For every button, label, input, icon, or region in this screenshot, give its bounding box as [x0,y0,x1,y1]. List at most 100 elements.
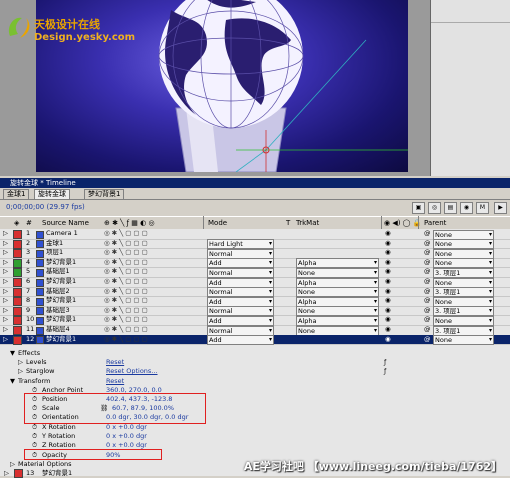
layer-row[interactable]: ▷ 12 梦幻背景1 ◎ ✱ ╲ ▢ ▢ ▢ Add ◉ @ None [0,334,510,346]
trkmat-value: None [298,326,315,335]
layer-switches[interactable]: ◎ ✱ ╲ ▢ ▢ ▢ [104,296,148,305]
layer-name[interactable]: 梦幻背景1 [46,296,76,305]
parent-pickwhip-icon[interactable]: @ [424,258,431,267]
tab-gold-ball-1[interactable]: 金球1 [3,189,30,199]
layer-type-icon [36,230,44,239]
layer-switches[interactable]: ◎ ✱ ╲ ▢ ▢ ▢ [104,277,148,286]
layer-name[interactable]: 基础层2 [46,287,70,296]
expand-triangle-icon[interactable]: ▷ [3,258,8,267]
layer-switches[interactable]: ◎ ✱ ╲ ▢ ▢ ▢ [104,267,148,276]
mode-header[interactable]: Mode [208,219,227,227]
expand-triangle-icon[interactable]: ▷ [3,248,8,257]
effect-fx-icon[interactable]: ƒ [384,366,386,376]
parent-pickwhip-icon[interactable]: @ [424,306,431,315]
layer-switches[interactable]: ◎ ✱ ╲ ▢ ▢ ▢ [104,248,148,257]
expand-triangle-icon[interactable]: ▷ [3,287,8,296]
visibility-eye-icon[interactable]: ◉ [385,296,391,305]
source-name-header[interactable]: Source Name [42,219,89,227]
visibility-eye-icon[interactable]: ◉ [385,287,391,296]
layer-number: 8 [26,296,31,305]
parent-header[interactable]: Parent [424,219,446,227]
current-time[interactable]: 0;00;00;00 (29.97 fps) [6,203,85,211]
starglow-reset-link[interactable]: Reset Options... [106,366,158,376]
parent-pickwhip-icon[interactable]: @ [424,315,431,324]
parent-value: None [435,278,452,287]
blend-mode-select[interactable]: Add [207,335,274,346]
layer-switches[interactable]: ◎ ✱ ╲ ▢ ▢ ▢ [104,306,148,315]
trkmat-value: Alpha [298,278,317,287]
parent-pickwhip-icon[interactable]: @ [424,239,431,248]
layer-type-icon [36,326,44,335]
expand-triangle-icon[interactable]: ▷ [3,296,8,305]
layer-name[interactable]: 梦幻背景1 [46,258,76,267]
label-color-swatch[interactable] [14,469,23,478]
visibility-eye-icon[interactable]: ◉ [385,267,391,276]
parent-pickwhip-icon[interactable]: @ [424,325,431,334]
parent-pickwhip-icon[interactable]: @ [424,277,431,286]
layer-name[interactable]: 基础层3 [46,306,70,315]
graph-button[interactable]: M [476,202,489,214]
comp-marker-button[interactable]: ▣ [412,202,425,214]
expand-triangle-icon[interactable]: ▷ [3,267,8,276]
label-color-swatch[interactable] [13,335,22,345]
layer-name[interactable]: 梦幻背景1 [46,315,76,324]
parent-pickwhip-icon[interactable]: @ [424,335,431,344]
expand-triangle-icon[interactable]: ▷ [3,306,8,315]
tab-dream-background-1[interactable]: 梦幻背景1 [84,189,125,199]
visibility-eye-icon[interactable]: ◉ [385,315,391,324]
trkmat-header[interactable]: TrkMat [296,219,319,227]
layer-switches[interactable]: ◎ ✱ ╲ ▢ ▢ ▢ [104,325,148,334]
layer-switches[interactable]: ◎ ✱ ╲ ▢ ▢ ▢ [104,315,148,324]
layer-name[interactable]: 基础层1 [46,267,70,276]
parent-value: None [435,249,452,258]
parent-pickwhip-icon[interactable]: @ [424,248,431,257]
parent-select[interactable]: None [433,335,494,346]
layer-name[interactable]: 基础层4 [46,325,70,334]
panel-menu-button[interactable]: ▶ [494,202,507,214]
layer-list: ▷ 1 Camera 1 ◎ ✱ ╲ ▢ ▢ ▢ ◉ @ None ▷ 2 金球1 ◎ ✱ ╲ ▢ … [0,229,510,478]
expand-triangle-icon[interactable]: ▷ [3,325,8,334]
expand-triangle-icon[interactable]: ▷ [3,229,8,238]
layer-switches[interactable]: ◎ ✱ ╲ ▢ ▢ ▢ [104,239,148,248]
layer-name[interactable]: 梦幻背景1 [42,468,72,478]
starglow-effect[interactable]: ▷ Starglow Reset Options... ƒ [0,366,510,376]
layer-switches[interactable]: ◎ ✱ ╲ ▢ ▢ ▢ [104,287,148,296]
parent-pickwhip-icon[interactable]: @ [424,296,431,305]
layer-number: 1 [26,229,31,237]
expand-triangle-icon[interactable]: ▷ [3,335,8,344]
expand-triangle-icon[interactable]: ▷ [3,315,8,324]
layer-type-icon [36,336,44,345]
timecode-value[interactable]: 0;00;00;00 [6,203,44,211]
layer-type-icon [36,259,44,268]
frame-blend-button[interactable]: ▤ [444,202,457,214]
visibility-eye-icon[interactable]: ◉ [385,325,391,334]
visibility-eye-icon[interactable]: ◉ [385,258,391,267]
layer-name[interactable]: 金球1 [46,239,63,248]
tab-rotating-gold-ball[interactable]: 旋转金球 [34,189,70,199]
layer-number: 13 [26,469,35,477]
layer-switches[interactable]: ◎ ✱ ╲ ▢ ▢ ▢ [104,258,148,267]
expand-triangle-icon[interactable]: ▷ [3,277,8,286]
parent-pickwhip-icon[interactable]: @ [424,287,431,296]
motion-blur-button[interactable]: ◉ [460,202,473,214]
visibility-eye-icon[interactable]: ◉ [385,229,391,238]
trkmat-value: Alpha [298,259,317,268]
layer-name[interactable]: 项层1 [46,248,63,257]
parent-pickwhip-icon[interactable]: @ [424,267,431,276]
visibility-eye-icon[interactable]: ◉ [385,306,391,315]
blend-mode-value: Normal [209,326,233,335]
layer-switches[interactable]: ◎ ✱ ╲ ▢ ▢ ▢ [104,335,148,344]
layer-number: 5 [26,267,31,276]
visibility-eye-icon[interactable]: ◉ [385,335,391,344]
visibility-eye-icon[interactable]: ◉ [385,277,391,286]
shy-button[interactable]: ◎ [428,202,441,214]
layer-name[interactable]: Camera 1 [46,229,78,238]
visibility-eye-icon[interactable]: ◉ [385,239,391,248]
layer-name[interactable]: 梦幻背景1 [46,277,76,286]
layer-name[interactable]: 梦幻背景1 [46,335,76,344]
expand-triangle-icon[interactable]: ▷ [3,239,8,248]
composition-viewer: 天极设计在线 Design.yesky.com [0,0,510,176]
layer-switches[interactable]: ◎ ✱ ╲ ▢ ▢ ▢ [104,229,148,238]
parent-pickwhip-icon[interactable]: @ [424,229,431,238]
visibility-eye-icon[interactable]: ◉ [385,248,391,257]
